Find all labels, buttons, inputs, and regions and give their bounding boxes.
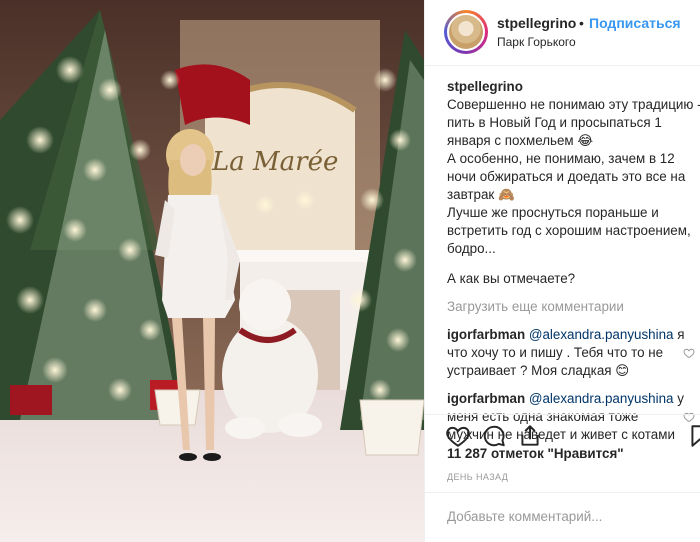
comment-text: я [673, 327, 685, 342]
comment-first-line: igorfarbman @alexandra.panyushina у [447, 390, 684, 408]
instagram-post-modal: La Marée stpellegrino • Подписаться Парк… [0, 0, 700, 542]
comment-like-heart-icon[interactable] [683, 347, 695, 359]
header-username-link[interactable]: stpellegrino [497, 15, 576, 31]
likes-count[interactable]: 11 287 отметок "Нравится" [447, 446, 624, 461]
post-timestamp[interactable]: ДЕНЬ НАЗАД [447, 472, 508, 482]
caption-line: января с похмельем 😂 [447, 133, 594, 148]
caption-line: завтрак 🙈 [447, 187, 515, 202]
comment-first-line: igorfarbman @alexandra.panyushina я [447, 326, 684, 344]
caption-line: встретить год с хорошим настроением, [447, 223, 691, 238]
comments-section: stpellegrino Совершенно не понимаю эту т… [447, 78, 700, 444]
caption-username-link[interactable]: stpellegrino [447, 78, 691, 96]
comment-username-link[interactable]: igorfarbman [447, 391, 525, 406]
bookmark-icon[interactable] [687, 423, 700, 449]
comment-text: что хочу то и пишу . Тебя что то не [447, 345, 664, 360]
caption-line: бодро... [447, 241, 496, 256]
post-details-panel: stpellegrino • Подписаться Парк Горького… [424, 0, 700, 542]
caption: stpellegrino Совершенно не понимаю эту т… [447, 78, 700, 288]
comment-text: у [673, 391, 684, 406]
comment-username-link[interactable]: igorfarbman [447, 327, 525, 342]
header-separator-dot: • [579, 15, 584, 31]
add-comment-form [425, 492, 700, 542]
comment-text: устраивает ? Моя сладкая 😊 [447, 363, 630, 378]
comment-item: igorfarbman @alexandra.panyushina я что … [447, 326, 695, 380]
caption-line: А особенно, не понимаю, зачем в 12 [447, 151, 675, 166]
caption-line: ночи обжираться и доедать это все на [447, 169, 686, 184]
post-header: stpellegrino • Подписаться Парк Горького [425, 0, 700, 66]
photo-sign-text: La Marée [211, 147, 338, 177]
post-actions-bar [425, 414, 700, 449]
caption-line: А как вы отмечаете? [447, 271, 576, 286]
photo-illustration: La Marée [0, 0, 424, 542]
avatar-story-ring[interactable] [444, 10, 488, 54]
comment-mention-link[interactable]: @alexandra.panyushina [529, 327, 674, 342]
caption-line: пить в Новый Год и просыпаться 1 [447, 115, 662, 130]
comment-mention-link[interactable]: @alexandra.panyushina [529, 391, 674, 406]
post-photo[interactable]: La Marée [0, 0, 424, 542]
avatar[interactable] [447, 13, 485, 51]
location-link[interactable]: Парк Горького [497, 35, 576, 49]
caption-line: Совершенно не понимаю эту традицию - [447, 97, 700, 112]
caption-line: Лучше же проснуться пораньше и [447, 205, 659, 220]
load-more-comments-button[interactable]: Загрузить еще комментарии [447, 298, 691, 316]
add-comment-input[interactable] [447, 505, 677, 527]
follow-button[interactable]: Подписаться [589, 15, 681, 31]
